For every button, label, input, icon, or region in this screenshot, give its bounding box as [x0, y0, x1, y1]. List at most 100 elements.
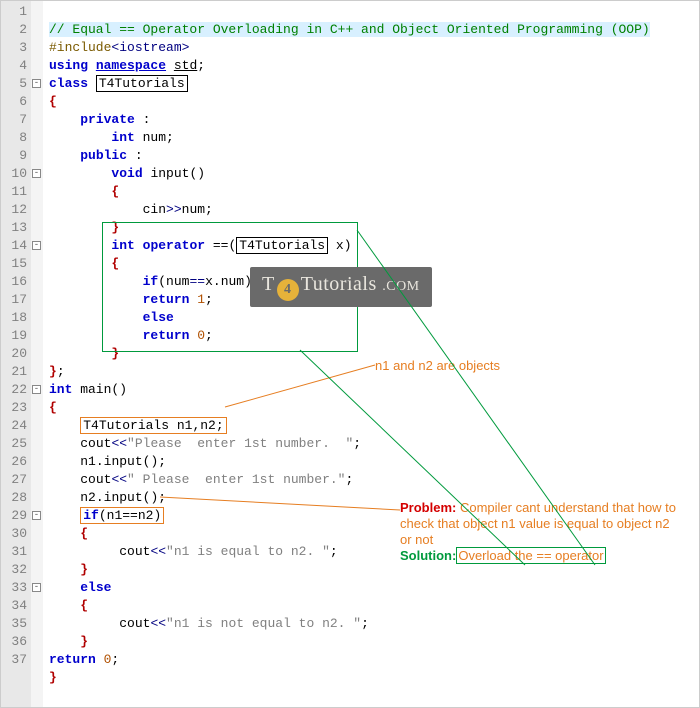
if-cond-boxed: if(n1==n2) [80, 507, 164, 524]
code-token: "Please enter 1st number. " [127, 436, 353, 451]
fold-toggle-icon[interactable]: - [32, 583, 41, 592]
line-number: 24 [3, 417, 27, 435]
line-number-gutter: 1234567891011121314151617181920212223242… [1, 1, 31, 707]
code-token: num [221, 274, 244, 289]
line-number: 9 [3, 147, 27, 165]
class-name-boxed: T4Tutorials [96, 75, 188, 92]
line-number: 34 [3, 597, 27, 615]
line-number: 15 [3, 255, 27, 273]
code-token: int [49, 382, 72, 397]
code-token: operator [143, 238, 205, 253]
line-number: 29 [3, 507, 27, 525]
code-token: n1 [80, 454, 96, 469]
code-token: namespace [96, 58, 166, 73]
code-token: n1==n2 [107, 508, 154, 523]
line-number: 27 [3, 471, 27, 489]
line-number: 37 [3, 651, 27, 669]
code-editor: 1234567891011121314151617181920212223242… [0, 0, 700, 708]
watermark-suffix: .COM [382, 279, 419, 294]
code-token: return [49, 652, 96, 667]
code-token: n2 [80, 490, 96, 505]
code-token: cout [80, 472, 111, 487]
line-number: 21 [3, 363, 27, 381]
line-number: 10 [3, 165, 27, 183]
fold-toggle-icon[interactable]: - [32, 79, 41, 88]
watermark-text: T [262, 273, 275, 295]
line-number: 20 [3, 345, 27, 363]
code-token: 1 [189, 292, 205, 307]
code-token: int [111, 130, 134, 145]
annotation-problem-label: Problem: [400, 500, 456, 515]
fold-toggle-icon[interactable]: - [32, 169, 41, 178]
line-number: 16 [3, 273, 27, 291]
fold-column: - - - - - - [31, 1, 43, 707]
code-token: " Please enter 1st number." [127, 472, 345, 487]
code-token: input [104, 490, 143, 505]
code-token: void [111, 166, 142, 181]
line-number: 17 [3, 291, 27, 309]
param-type-boxed: T4Tutorials [236, 237, 328, 254]
line-number: 1 [3, 3, 27, 21]
code-token: input [143, 166, 190, 181]
code-token: "n1 is equal to n2. " [166, 544, 330, 559]
line-number: 26 [3, 453, 27, 471]
code-token: main [72, 382, 111, 397]
code-token: num [135, 130, 166, 145]
line-number: 35 [3, 615, 27, 633]
line-number: 36 [3, 633, 27, 651]
line-number: 31 [3, 543, 27, 561]
line-number: 4 [3, 57, 27, 75]
annotation-solution-text: Overload the == operator [456, 547, 605, 564]
line-number: 23 [3, 399, 27, 417]
fold-toggle-icon[interactable]: - [32, 241, 41, 250]
code-token: n1,n2; [169, 418, 224, 433]
code-token: return [143, 328, 190, 343]
line-number: 19 [3, 327, 27, 345]
fold-toggle-icon[interactable]: - [32, 385, 41, 394]
code-token: num [166, 274, 189, 289]
line-number: 2 [3, 21, 27, 39]
var-decl-boxed: T4Tutorials n1,n2; [80, 417, 226, 434]
code-area: // Equal == Operator Overloading in C++ … [43, 1, 699, 707]
code-token: cout [80, 436, 111, 451]
line-number: 12 [3, 201, 27, 219]
code-token: cin [143, 202, 166, 217]
line-number: 28 [3, 489, 27, 507]
code-token: input [104, 454, 143, 469]
code-token: using [49, 58, 88, 73]
watermark-text: Tutorials [301, 273, 377, 295]
code-token: cout [119, 616, 150, 631]
code-token: #include [49, 40, 111, 55]
line-number: 30 [3, 525, 27, 543]
code-token: <iostream> [111, 40, 189, 55]
code-token: return [143, 292, 190, 307]
code-comment: // Equal == Operator Overloading in C++ … [49, 22, 650, 37]
line-number: 3 [3, 39, 27, 57]
annotation-problem: Problem: Compiler cant understand that h… [400, 500, 680, 564]
code-token: private [80, 112, 135, 127]
line-number: 6 [3, 93, 27, 111]
code-token: else [143, 310, 174, 325]
code-token: num [182, 202, 205, 217]
watermark-badge: 4 [277, 279, 299, 301]
line-number: 11 [3, 183, 27, 201]
code-token: T4Tutorials [83, 418, 169, 433]
fold-toggle-icon[interactable]: - [32, 511, 41, 520]
code-token: int [111, 238, 134, 253]
code-token: cout [119, 544, 150, 559]
line-number: 13 [3, 219, 27, 237]
code-token: 0 [189, 328, 205, 343]
code-token: if [83, 508, 99, 523]
annotation-solution-label: Solution: [400, 548, 456, 563]
code-token: "n1 is not equal to n2. " [166, 616, 361, 631]
code-token: x [205, 274, 213, 289]
watermark: T4Tutorials .COM [250, 267, 432, 307]
code-token: == [205, 238, 228, 253]
line-number: 5 [3, 75, 27, 93]
code-token: std [174, 58, 197, 73]
code-token: public [80, 148, 127, 163]
annotation-objects: n1 and n2 are objects [375, 358, 500, 374]
line-number: 8 [3, 129, 27, 147]
code-token: else [80, 580, 111, 595]
line-number: 7 [3, 111, 27, 129]
